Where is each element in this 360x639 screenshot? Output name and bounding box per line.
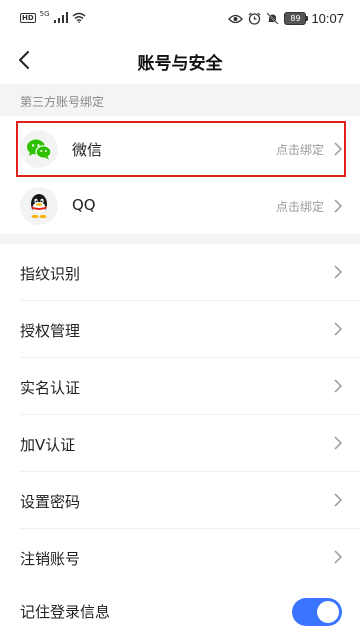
settings-item-remember-login: 记住登录信息 — [0, 582, 360, 639]
third-party-section-header: 第三方账号绑定 — [0, 84, 360, 116]
settings-item-label: 实名认证 — [20, 379, 81, 397]
settings-item-label: 记住登录信息 — [20, 603, 111, 621]
settings-item-fingerprint[interactable]: 指纹识别 — [0, 244, 360, 301]
status-left: HD 5G — [20, 9, 86, 23]
wechat-bind-row[interactable]: 微信 点击绑定 — [0, 120, 360, 178]
mute-bell-icon — [266, 12, 280, 25]
qq-bind-action[interactable]: 点击绑定 — [276, 198, 324, 215]
wechat-avatar — [20, 130, 58, 168]
section-title: 第三方账号绑定 — [20, 95, 105, 109]
battery-indicator: 89 — [284, 12, 309, 25]
chevron-right-icon — [334, 436, 342, 450]
qq-bind-row[interactable]: QQ 点击绑定 — [0, 177, 360, 235]
chevron-right-icon — [334, 199, 342, 213]
chevron-right-icon — [334, 550, 342, 564]
wechat-label: 微信 — [72, 141, 103, 159]
wechat-icon — [27, 139, 52, 160]
settings-item-label: 授权管理 — [20, 322, 81, 340]
settings-item-cancel-account[interactable]: 注销账号 — [0, 529, 360, 586]
chevron-right-icon — [334, 142, 342, 156]
alarm-icon — [249, 12, 261, 25]
eye-icon — [228, 14, 244, 23]
settings-item-label: 设置密码 — [20, 493, 81, 511]
chevron-right-icon — [334, 265, 342, 279]
chevron-right-icon — [334, 379, 342, 393]
settings-item-v-verification[interactable]: 加V认证 — [0, 415, 360, 472]
nav-header: 账号与安全 — [0, 40, 360, 80]
page-title: 账号与安全 — [137, 54, 223, 74]
settings-item-authorization[interactable]: 授权管理 — [0, 301, 360, 358]
section-divider — [0, 234, 360, 244]
chevron-right-icon — [334, 322, 342, 336]
settings-item-label: 注销账号 — [20, 550, 81, 568]
toggle-knob — [317, 601, 339, 623]
qq-label: QQ — [72, 196, 96, 214]
status-bar: HD 5G 89 10:07 — [0, 0, 360, 40]
network-type: 5G — [39, 9, 50, 18]
qq-icon — [31, 194, 47, 219]
signal-icon — [53, 12, 68, 23]
hd-badge: HD — [20, 12, 36, 23]
settings-item-label: 指纹识别 — [20, 265, 81, 283]
settings-item-label: 加V认证 — [20, 436, 76, 454]
settings-item-real-name[interactable]: 实名认证 — [0, 358, 360, 415]
wechat-bind-action[interactable]: 点击绑定 — [276, 141, 324, 158]
status-right: 89 10:07 — [228, 11, 344, 26]
wifi-icon — [72, 12, 86, 23]
qq-avatar — [20, 187, 58, 225]
status-time: 10:07 — [311, 11, 344, 26]
remember-login-toggle[interactable] — [292, 598, 342, 626]
chevron-right-icon — [334, 493, 342, 507]
settings-item-set-password[interactable]: 设置密码 — [0, 472, 360, 529]
